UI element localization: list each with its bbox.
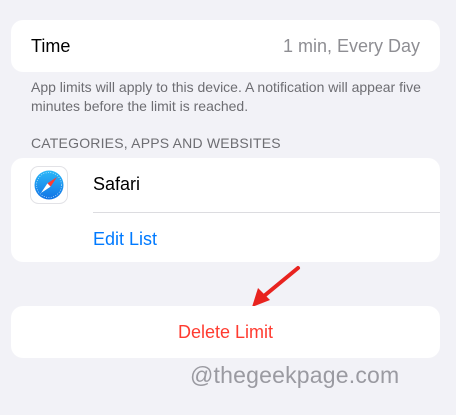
- delete-limit-card: Delete Limit: [11, 306, 440, 358]
- watermark-text: @thegeekpage.com: [190, 362, 400, 388]
- app-name-label: Safari: [93, 174, 141, 194]
- annotation-arrow-icon: [252, 266, 300, 307]
- app-limits-footer-note: App limits will apply to this device. A …: [31, 79, 421, 114]
- time-value: 1 min, Every Day: [282, 35, 420, 56]
- safari-compass-icon: [30, 166, 68, 204]
- list-divider: [93, 212, 440, 213]
- time-limit-row[interactable]: Time 1 min, Every Day: [11, 20, 440, 72]
- edit-list-button[interactable]: Edit List: [93, 229, 157, 250]
- app-row-safari[interactable]: Safari: [11, 158, 440, 212]
- apps-list-card: Safari Edit List: [11, 158, 440, 262]
- delete-limit-button[interactable]: Delete Limit: [11, 306, 440, 358]
- section-header-categories: CATEGORIES, APPS AND WEBSITES: [31, 135, 281, 151]
- time-label: Time: [31, 35, 71, 56]
